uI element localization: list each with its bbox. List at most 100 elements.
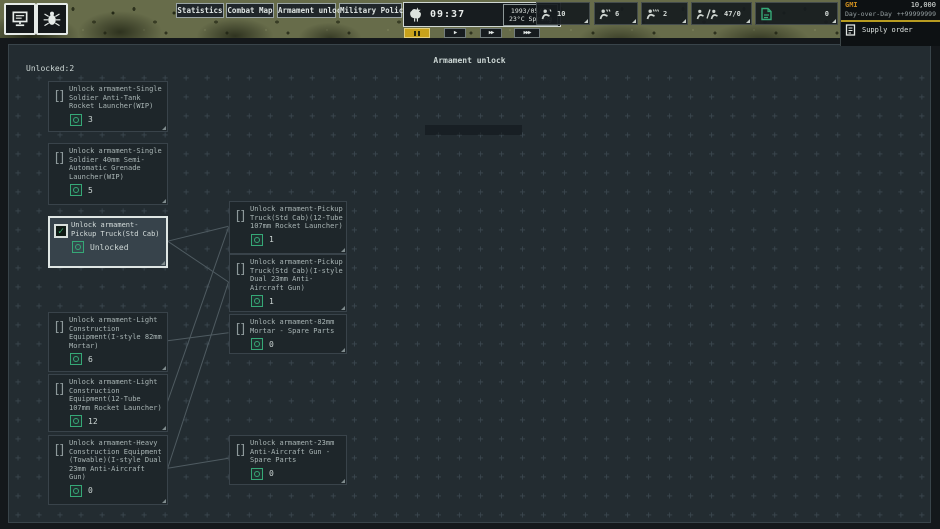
resize-corner-icon [341,248,345,252]
node-label: Unlock armament-Single Soldier Anti-Tank… [69,85,164,111]
node-count: 5 [88,186,93,195]
blueprint-icon [70,184,82,196]
resize-corner-icon [341,479,345,483]
resource-manpower-ratio[interactable]: 47/0 [691,2,752,25]
currency-label: GMI [845,1,858,9]
supply-order-button[interactable]: Supply order [841,23,940,37]
unlock-checkbox[interactable] [234,442,247,459]
day-over-day-row: Day-over-Day ++99999999 [841,9,940,18]
node-footer: 3 [70,114,164,126]
node-footer: Unlocked [72,241,163,253]
node-count: 1 [269,297,274,306]
tech-node[interactable]: Unlock armament-Pickup Truck(Std Cab)(12… [229,201,347,254]
resource-value: 47/0 [724,10,741,18]
resize-corner-icon [341,348,345,352]
pause-button[interactable] [404,28,430,38]
fast-forward-button[interactable]: ▶▶ [480,28,502,38]
node-body: Unlock armament-Light Construction Equip… [69,378,164,428]
time-display: 09:37 [430,9,465,20]
node-footer: 6 [70,353,164,365]
fastest-forward-button[interactable]: ▶▶▶ [514,28,540,38]
tech-node[interactable]: Unlock armament-Single Soldier 40mm Semi… [48,143,168,205]
node-footer: 0 [70,485,164,497]
resource-soldier-tier2[interactable]: 6 [594,2,638,25]
soldier-tier-3-icon [646,8,659,20]
node-count: Unlocked [90,243,129,252]
unlocked-counter: Unlocked:2 [26,64,74,73]
node-label: Unlock armament-Light Construction Equip… [69,378,164,412]
node-body: Unlock armament-Pickup Truck(Std Cab)(I-… [250,258,343,308]
top-hud: Statistics Combat Map Armament unlock Mi… [0,0,940,38]
finance-panel: GMI 10,000 Day-over-Day ++99999999 Suppl… [840,0,940,46]
node-label: Unlock armament-Single Soldier 40mm Semi… [69,147,164,181]
node-count: 12 [88,417,98,426]
tech-node[interactable]: Unlock armament-Light Construction Equip… [48,374,168,432]
resource-soldier-tier3[interactable]: 2 [641,2,688,25]
ghost-artifact [425,125,522,135]
node-label: Unlock armament-Heavy Construction Equip… [69,439,164,482]
manpower-ratio-icon [696,8,720,20]
node-footer: 0 [251,338,343,350]
tech-node[interactable]: Unlock armament-82mm Mortar - Spare Part… [229,314,347,354]
gold-divider [841,20,940,22]
tab-statistics[interactable]: Statistics [176,3,224,18]
blueprint-icon [70,114,82,126]
unlock-checkbox[interactable] [53,442,66,459]
monitor-icon [10,9,30,29]
node-body: Unlock armament-Single Soldier Anti-Tank… [69,85,164,128]
tech-node[interactable]: Unlock armament-Pickup Truck(Std Cab)(I-… [229,254,347,312]
resource-soldier-tier1[interactable]: 10 [536,2,590,25]
tab-military-policy[interactable]: Military Policy [339,3,402,18]
game-window: Statistics Combat Map Armament unlock Mi… [0,0,940,529]
system-monitor-button[interactable] [4,3,36,35]
pest-report-button[interactable] [36,3,68,35]
tech-node[interactable]: Unlock armament-Heavy Construction Equip… [48,435,168,505]
unlock-checkbox[interactable] [53,150,66,167]
unlock-checkbox[interactable] [234,261,247,278]
play-button[interactable]: ▶ [444,28,466,38]
tech-node[interactable]: Unlock armament-Light Construction Equip… [48,312,168,372]
tab-armament-unlock[interactable]: Armament unlock [277,3,336,18]
node-count: 6 [88,355,93,364]
resize-corner-icon [341,306,345,310]
unlock-checkbox[interactable] [53,381,66,398]
node-body: Unlock armament-Pickup Truck(Std Cab)(12… [250,205,343,250]
resource-value: 10 [557,10,565,18]
resource-pending-orders[interactable]: 0 [755,2,838,25]
bug-icon [42,9,62,29]
node-body: Unlock armament-Pickup Truck(Std Cab) Un… [71,221,163,263]
dod-label: Day-over-Day [845,10,892,18]
blueprint-icon [70,415,82,427]
pending-orders-icon [760,7,773,21]
tech-node[interactable]: Unlock armament-Pickup Truck(Std Cab) Un… [48,216,168,268]
node-footer: 1 [251,234,343,246]
resize-corner-icon [162,126,166,130]
resize-corner-icon [162,499,166,503]
blueprint-icon [251,468,263,480]
node-footer: 0 [251,468,343,480]
tech-node[interactable]: Unlock armament-Single Soldier Anti-Tank… [48,81,168,132]
armament-unlock-panel: ++++++++++++++++++++++++++++++++++++++++… [8,44,931,523]
node-label: Unlock armament-Light Construction Equip… [69,316,164,350]
node-count: 0 [88,486,93,495]
soldier-tier-1-icon [541,8,553,20]
unlock-checkbox[interactable] [234,208,247,225]
currency-row: GMI 10,000 [841,0,940,9]
tab-combat-map[interactable]: Combat Map [226,3,274,18]
node-label: Unlock armament-23mm Anti-Aircraft Gun -… [250,439,343,465]
node-count: 3 [88,115,93,124]
tech-node[interactable]: Unlock armament-23mm Anti-Aircraft Gun -… [229,435,347,485]
rooster-icon [408,6,425,23]
resource-value: 2 [663,10,667,18]
blueprint-icon [251,234,263,246]
node-footer: 1 [251,295,343,307]
unlock-checkbox[interactable] [234,321,247,338]
node-count: 1 [269,235,274,244]
node-body: Unlock armament-Heavy Construction Equip… [69,439,164,501]
unlock-checkbox[interactable] [53,88,66,105]
blueprint-icon [251,295,263,307]
node-label: Unlock armament-Pickup Truck(Std Cab) [71,221,163,238]
supply-order-label: Supply order [862,26,913,34]
unlock-checkbox[interactable] [53,319,66,336]
unlock-checkbox[interactable] [54,224,68,238]
